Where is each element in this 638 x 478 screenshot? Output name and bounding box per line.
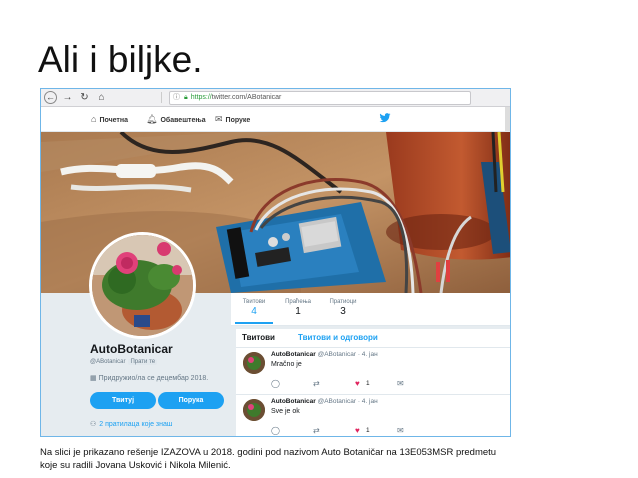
feed-tabs: Твитови Твитови и одговори — [236, 329, 510, 348]
caption-line-2: koje su radili Jovana Usković i Nikola M… — [40, 460, 231, 471]
bell-icon: 🔔︎ — [146, 114, 158, 124]
tweet-avatar[interactable] — [243, 352, 265, 374]
address-bar[interactable]: ⓘ 🔒︎ https://twitter.com/ABotanicar — [169, 91, 471, 105]
stat-following[interactable]: Праћења 1 — [279, 299, 317, 317]
tweet-feed: Твитови Твитови и одговори AutoBotanicar… — [236, 329, 510, 436]
like-icon[interactable]: ♥ — [355, 426, 360, 435]
tweet-avatar[interactable] — [243, 399, 265, 421]
tweet-header: AutoBotanicar @ABotanicar · 4. јан — [271, 351, 378, 358]
profile-joined-text: Придружио/ла се децембар 2018. — [98, 375, 209, 382]
stat-following-value: 1 — [295, 306, 301, 317]
followers-you-know-text: 2 пратилаца које знаш — [99, 421, 173, 428]
active-tab-indicator — [235, 322, 273, 324]
retweet-icon[interactable]: ⇄ — [313, 426, 320, 435]
like-icon[interactable]: ♥ — [355, 379, 360, 388]
nav-messages-label: Поруке — [225, 117, 251, 124]
twitter-nav: ⌂ Почетна 🔔︎ Обавештења ✉ Поруке — [41, 107, 510, 132]
avatar-photo — [92, 235, 193, 336]
nav-notifications[interactable]: 🔔︎ Обавештења — [146, 114, 206, 125]
stat-followers[interactable]: Пратиоци 3 — [323, 299, 363, 317]
nav-notifications-label: Обавештења — [160, 117, 206, 124]
tweet-to-button[interactable]: Твитуј — [90, 392, 156, 409]
stat-following-label: Праћења — [285, 299, 311, 305]
tweet-item[interactable]: AutoBotanicar @ABotanicar · 4. јан Sve j… — [236, 395, 510, 436]
home-icon[interactable]: ⌂ — [95, 91, 108, 104]
tweet-actions: ◯ ⇄ ♥ 1 ✉ — [271, 379, 471, 389]
stat-followers-value: 3 — [340, 306, 346, 317]
reply-icon[interactable]: ◯ — [271, 426, 280, 435]
nav-messages[interactable]: ✉ Поруке — [215, 114, 250, 125]
reload-icon[interactable]: ↻ — [78, 91, 91, 104]
nav-home[interactable]: ⌂ Почетна — [91, 114, 128, 124]
tab-tweets-replies[interactable]: Твитови и одговори — [298, 333, 378, 342]
slide-title: Ali i biljke. — [38, 39, 203, 80]
retweet-icon[interactable]: ⇄ — [313, 379, 320, 388]
dm-icon[interactable]: ✉ — [397, 379, 404, 388]
tweet-text: Sve je ok — [271, 408, 300, 415]
tweet-item[interactable]: AutoBotanicar @ABotanicar · 4. јан Mračn… — [236, 348, 510, 395]
envelope-icon: ✉ — [215, 114, 223, 124]
lock-icon: 🔒︎ — [184, 94, 188, 101]
stat-tweets-value: 4 — [251, 306, 257, 317]
tweet-author[interactable]: AutoBotanicar — [271, 351, 316, 358]
slide-caption: Na slici je prikazano rešenje IZAZOVA u … — [40, 446, 520, 472]
tweet-header: AutoBotanicar @ABotanicar · 4. јан — [271, 398, 378, 405]
follows-you-badge: Прати те — [128, 359, 158, 365]
like-count: 1 — [366, 427, 370, 434]
caption-line-1: Na slici je prikazano rešenje IZAZOVA u … — [40, 447, 497, 458]
dm-icon[interactable]: ✉ — [397, 426, 404, 435]
tweet-author[interactable]: AutoBotanicar — [271, 398, 316, 405]
avatar[interactable] — [89, 232, 196, 339]
tweet-avatar-photo — [243, 352, 265, 374]
tab-tweets[interactable]: Твитови — [242, 333, 275, 342]
stat-followers-label: Пратиоци — [329, 299, 357, 305]
profile-stats: Твитови 4 Праћења 1 Пратиоци 3 — [231, 293, 510, 326]
profile-name: AutoBotanicar — [90, 342, 173, 356]
forward-icon[interactable]: → — [61, 91, 74, 104]
tweet-date[interactable]: · 4. јан — [358, 351, 378, 358]
toolbar-divider — [161, 92, 162, 103]
browser-toolbar: ← → ↻ ⌂ ⓘ 🔒︎ https://twitter.com/ABotanic… — [41, 89, 510, 107]
nav-home-label: Почетна — [99, 117, 128, 124]
tweet-handle: @ABotanicar — [317, 398, 356, 405]
tweet-date[interactable]: · 4. јан — [358, 398, 378, 405]
followers-you-know[interactable]: ⚇ 2 пратилаца које знаш — [90, 420, 173, 428]
scrollbar[interactable] — [505, 107, 510, 131]
twitter-bird-icon[interactable] — [379, 112, 391, 124]
tweet-avatar-photo — [243, 399, 265, 421]
tweet-text: Mračno je — [271, 361, 302, 368]
stat-tweets[interactable]: Твитови 4 — [235, 299, 273, 317]
home-icon: ⌂ — [91, 114, 97, 124]
profile-handle: @ABotanicar Прати те — [90, 359, 158, 365]
reply-icon[interactable]: ◯ — [271, 379, 280, 388]
screenshot-frame: ← → ↻ ⌂ ⓘ 🔒︎ https://twitter.com/ABotanic… — [40, 88, 511, 437]
person-icon: ⚇ — [90, 421, 97, 428]
tweet-actions: ◯ ⇄ ♥ 1 ✉ — [271, 426, 471, 436]
profile-joined: ▦ Придружио/ла се децембар 2018. — [90, 374, 208, 382]
url-scheme: https:// — [190, 94, 212, 101]
message-button[interactable]: Порука — [158, 392, 224, 409]
stat-tweets-label: Твитови — [242, 299, 266, 305]
url-text: twitter.com/ABotanicar — [211, 94, 282, 101]
info-icon[interactable]: ⓘ — [173, 92, 180, 104]
calendar-icon: ▦ — [90, 375, 99, 382]
back-icon[interactable]: ← — [44, 91, 57, 104]
profile-handle-text: @ABotanicar — [90, 359, 126, 365]
tweet-handle: @ABotanicar — [317, 351, 356, 358]
like-count: 1 — [366, 380, 370, 387]
